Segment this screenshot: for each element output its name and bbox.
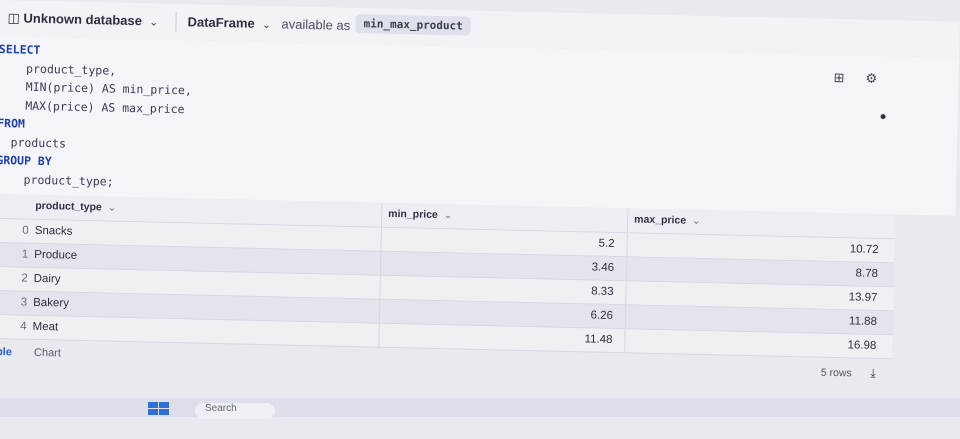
row-index: 3 [20,296,28,309]
source-label: DataFrame [187,14,255,31]
column-header-label: max_price [634,213,687,227]
editor-actions: ⊞ ⚙ [818,69,879,88]
database-icon: ◫ [7,10,21,26]
grid-view-icon[interactable]: ⊞ [832,70,846,85]
chevron-down-icon: ⌄ [107,202,117,214]
source-selector[interactable]: DataFrame ⌄ [187,14,271,31]
cell-min-price: 11.48 [378,323,619,353]
chevron-down-icon: ⌄ [149,17,159,29]
row-count: 5 rows [820,366,852,380]
database-label: Unknown database [23,10,143,29]
notebook-sql-cell: ◫ Unknown database ⌄ DataFrame ⌄ availab… [0,0,960,439]
toolbar-divider [175,11,177,33]
column-header-label: product_type [35,199,102,214]
os-taskbar [0,398,960,417]
format-icon[interactable]: ⚙ [864,71,878,86]
unsaved-indicator-icon [880,114,886,120]
row-index: 0 [22,224,29,237]
row-index: 4 [20,320,27,333]
row-index: 2 [21,272,28,285]
tab-chart[interactable]: Chart [34,347,61,360]
sql-editor[interactable]: SELECT product_type, MIN(price) AS min_p… [0,35,959,216]
variable-name-badge[interactable]: min_max_product [355,14,472,36]
column-header-label: min_price [388,207,438,221]
row-index: 1 [21,248,29,261]
chevron-down-icon: ⌄ [691,215,701,227]
windows-start-icon[interactable] [148,402,170,416]
result-table: product_type ⌄ min_price ⌄ max_price ⌄ 0 Sn… [0,193,896,360]
chevron-down-icon: ⌄ [443,210,453,222]
cell-max-price: 16.98 [624,329,885,359]
tab-table[interactable]: Table [0,346,12,359]
download-icon[interactable]: ⤓ [870,366,876,381]
sql-code[interactable]: SELECT product_type, MIN(price) AS min_p… [0,40,193,192]
database-selector[interactable]: ◫ Unknown database ⌄ [7,10,158,29]
chevron-down-icon: ⌄ [262,19,271,32]
code-line: product_type; [0,171,114,189]
available-as-text: available as [281,16,351,33]
